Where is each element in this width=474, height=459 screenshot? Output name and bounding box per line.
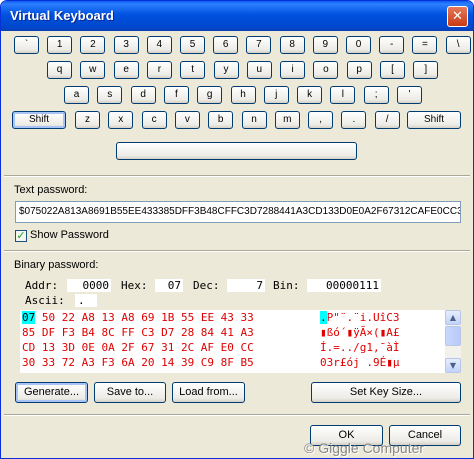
key[interactable]: w — [80, 61, 106, 79]
check-icon: ✓ — [16, 229, 26, 242]
addr-label: Addr: — [25, 279, 59, 292]
key[interactable]: [ — [380, 61, 405, 79]
binary-password-label: Binary password: — [14, 259, 99, 271]
key[interactable]: ; — [363, 86, 389, 104]
generate-button[interactable]: Generate... — [15, 382, 88, 403]
scroll-thumb[interactable] — [445, 326, 461, 346]
key[interactable]: 0 — [346, 36, 371, 54]
save-to-button[interactable]: Save to... — [94, 382, 166, 403]
space-bar[interactable] — [116, 142, 357, 160]
separator — [4, 250, 470, 252]
window-title: Virtual Keyboard — [10, 8, 114, 23]
byte-info-panel: Addr: 0000 Hex: 07 Dec: 7 Bin: 00000111 … — [21, 277, 463, 309]
scroll-up-button[interactable]: ▲ — [445, 310, 461, 325]
key[interactable]: , — [308, 111, 334, 129]
key[interactable]: 9 — [312, 36, 338, 54]
show-password-checkbox[interactable]: ✓ — [15, 230, 27, 242]
ascii-row: .P"¨.¨i.UîC3 — [320, 310, 399, 325]
key[interactable]: 4 — [146, 36, 172, 54]
right-shift-key[interactable]: Shift — [407, 111, 461, 129]
key[interactable]: g — [197, 86, 223, 104]
key[interactable]: \ — [445, 36, 471, 54]
title-bar[interactable]: Virtual Keyboard ✕ — [1, 1, 473, 31]
key[interactable]: - — [379, 36, 405, 54]
key[interactable]: t — [180, 61, 206, 79]
key[interactable]: n — [241, 111, 267, 129]
separator — [4, 414, 470, 416]
hex-row: 07 50 22 A8 13 A8 69 1B 55 EE 43 33 — [22, 310, 254, 325]
hex-row: CD 13 3D 0E 0A 2F 67 31 2C AF E0 CC — [22, 341, 254, 354]
hex-scrollbar[interactable]: ▲ ▼ — [445, 310, 461, 373]
key[interactable]: y — [213, 61, 239, 79]
key[interactable]: s — [97, 86, 123, 104]
addr-value: 0000 — [67, 279, 111, 292]
key[interactable]: l — [330, 86, 356, 104]
key[interactable]: a — [64, 86, 89, 104]
key[interactable]: v — [174, 111, 200, 129]
ascii-label: Ascii: — [25, 294, 65, 307]
key[interactable]: e — [113, 61, 139, 79]
close-icon: ✕ — [452, 9, 463, 24]
arrow-down-icon: ▼ — [449, 361, 457, 370]
hex-cursor: 07 — [22, 311, 36, 324]
arrow-up-icon: ▲ — [449, 313, 457, 322]
ascii-row: 03r£ój .9É▮µ — [320, 356, 400, 369]
text-password-field[interactable]: $075022A813A8691B55EE433385DFF3B48CFFC3D… — [15, 201, 461, 223]
key[interactable]: o — [313, 61, 339, 79]
key[interactable]: j — [263, 86, 289, 104]
key[interactable]: / — [374, 111, 400, 129]
hex-row: 30 33 72 A3 F3 6A 20 14 39 C9 8F B5 — [22, 356, 254, 369]
key[interactable]: x — [108, 111, 134, 129]
key[interactable]: ` — [14, 36, 39, 54]
dec-label: Dec: — [193, 279, 220, 292]
key[interactable]: . — [341, 111, 367, 129]
key[interactable]: 2 — [80, 36, 106, 54]
key[interactable]: = — [412, 36, 438, 54]
ascii-chars: P"¨.¨i.UîC3 — [326, 311, 400, 324]
bin-value: 00000111 — [307, 279, 381, 292]
key[interactable]: z — [75, 111, 100, 129]
key[interactable]: 7 — [246, 36, 272, 54]
hex-bytes: 50 22 A8 13 A8 69 1B 55 EE 43 33 — [41, 311, 254, 324]
key[interactable]: 6 — [213, 36, 239, 54]
key[interactable]: p — [346, 61, 372, 79]
key[interactable]: ] — [413, 61, 439, 79]
key[interactable]: b — [208, 111, 234, 129]
bin-label: Bin: — [273, 279, 300, 292]
ascii-row: Í.=../g1,¯àÌ — [320, 341, 400, 354]
hex-editor[interactable]: 07 50 22 A8 13 A8 69 1B 55 EE 43 33 .P"¨… — [20, 310, 445, 373]
key[interactable]: i — [280, 61, 306, 79]
ascii-row: ▮ßó´▮ÿÃ×(▮A£ — [320, 326, 400, 339]
show-password-label[interactable]: Show Password — [30, 229, 109, 241]
key[interactable]: u — [246, 61, 272, 79]
text-password-label: Text password: — [14, 184, 88, 196]
hex-label: Hex: — [121, 279, 148, 292]
hex-row: 85 DF F3 B4 8C FF C3 D7 28 84 41 A3 — [22, 326, 254, 339]
key[interactable]: 8 — [279, 36, 305, 54]
key[interactable]: 5 — [180, 36, 205, 54]
key[interactable]: h — [230, 86, 256, 104]
left-shift-key[interactable]: Shift — [12, 111, 66, 129]
key[interactable]: d — [130, 86, 156, 104]
ascii-value: . — [75, 294, 97, 307]
close-button[interactable]: ✕ — [447, 6, 468, 27]
key[interactable]: m — [274, 111, 300, 129]
ascii-cursor: . — [320, 311, 327, 324]
key[interactable]: 1 — [47, 36, 73, 54]
key[interactable]: q — [47, 61, 72, 79]
watermark: © Giggle Computer — [304, 440, 425, 456]
dec-value: 7 — [227, 279, 265, 292]
separator — [4, 175, 470, 177]
load-from-button[interactable]: Load from... — [172, 382, 245, 403]
key[interactable]: c — [141, 111, 167, 129]
set-key-size-button[interactable]: Set Key Size... — [311, 382, 461, 403]
key[interactable]: f — [163, 86, 189, 104]
key[interactable]: r — [146, 61, 172, 79]
key[interactable]: k — [297, 86, 323, 104]
virtual-keyboard-window: Virtual Keyboard ✕ ` 1 2 3 4 5 6 7 8 9 0- = \ q w e r t y u… — [0, 0, 474, 459]
key[interactable]: ' — [397, 86, 422, 104]
hex-value: 07 — [155, 279, 183, 292]
scroll-down-button[interactable]: ▼ — [445, 358, 461, 373]
key[interactable]: 3 — [113, 36, 139, 54]
